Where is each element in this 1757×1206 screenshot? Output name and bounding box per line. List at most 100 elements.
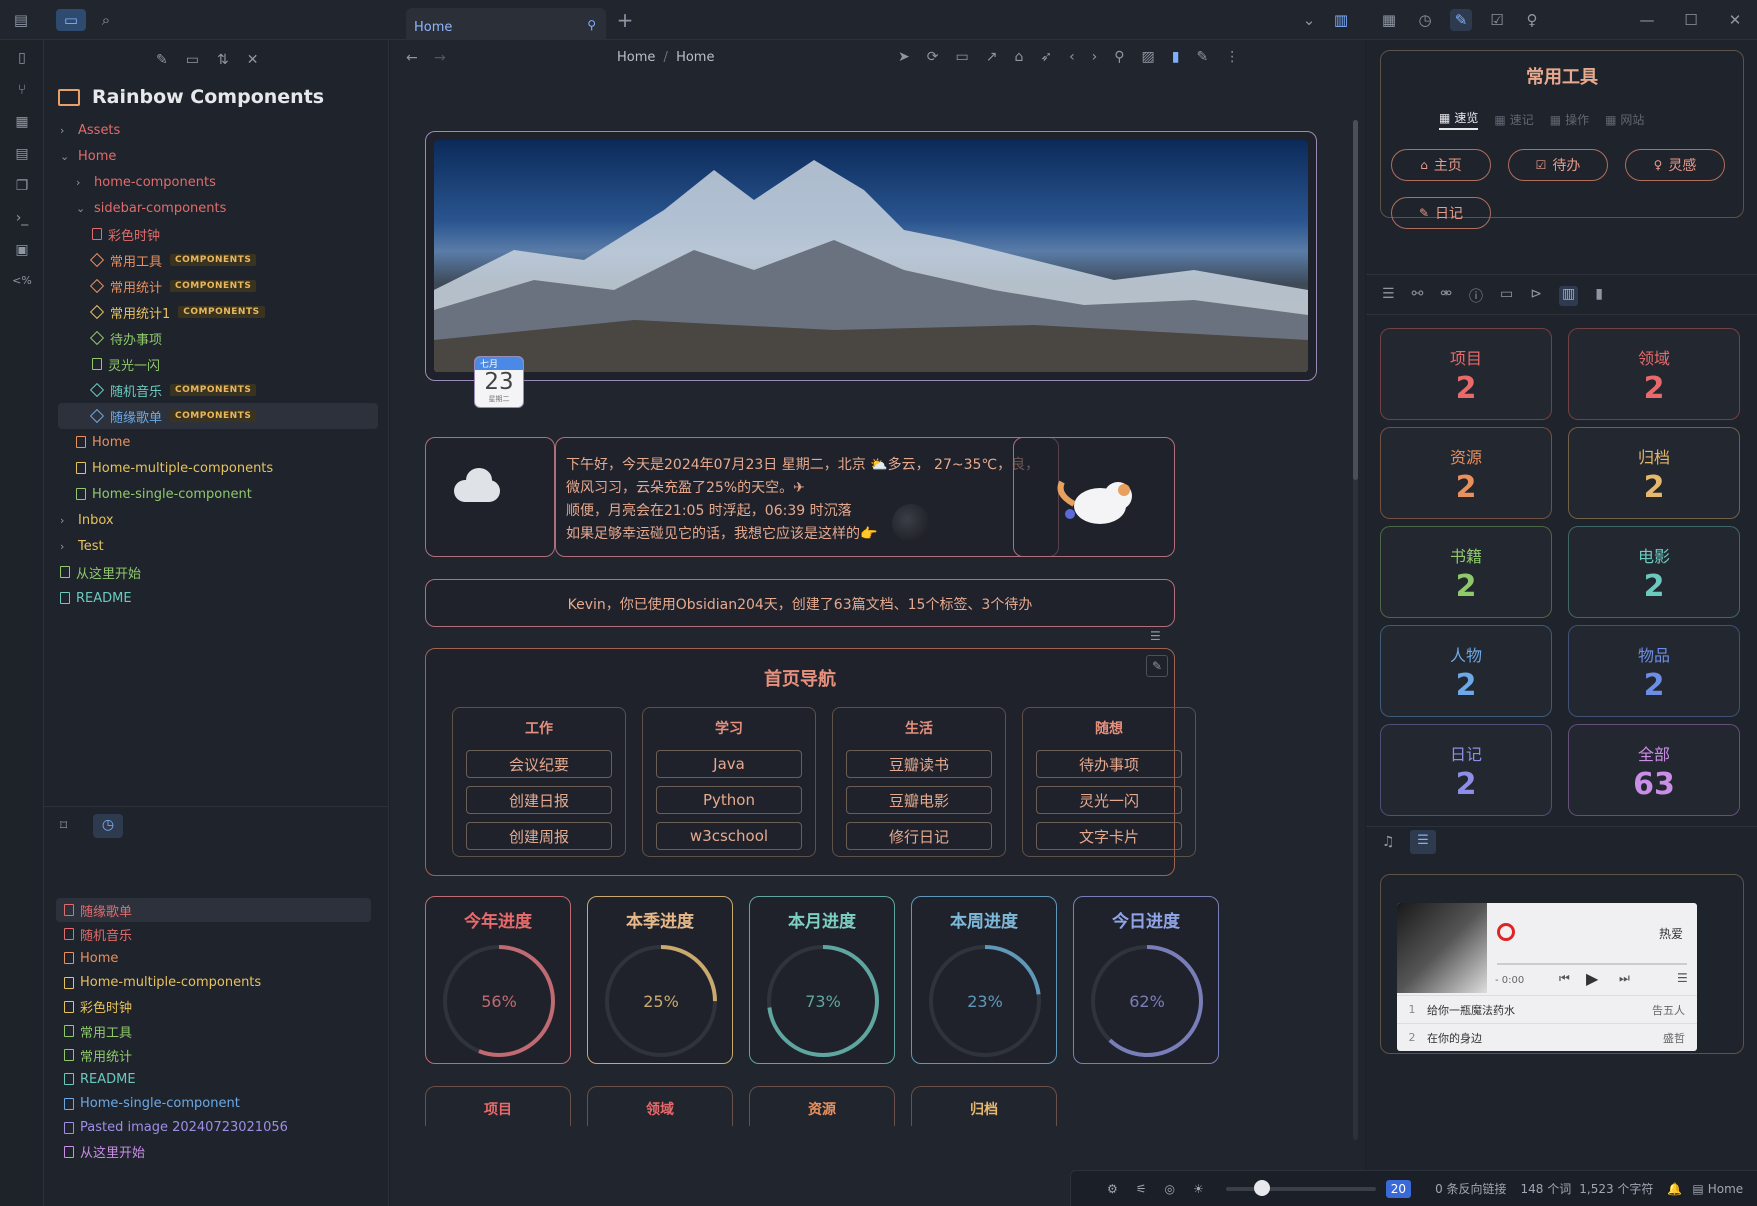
recent-file-item[interactable]: 随缘歌单 (56, 898, 371, 923)
tool-button[interactable]: ✎ 日记 (1391, 197, 1491, 229)
new-tab-icon[interactable]: + (614, 8, 636, 32)
nav-link-button[interactable]: 创建周报 (466, 822, 612, 850)
info-icon[interactable]: ⓘ (1469, 286, 1483, 306)
stat-card[interactable]: 归档 2 (1568, 427, 1740, 519)
recent-file-item[interactable]: 随机音乐 (56, 922, 371, 946)
next-icon[interactable]: ⏭ (1619, 971, 1630, 986)
pin-icon[interactable]: ⚲ (1114, 49, 1124, 65)
stat-card[interactable]: 日记 2 (1380, 724, 1552, 816)
checkbox-icon[interactable]: ☑ (1486, 9, 1508, 31)
tool-tab[interactable]: ▦ 速览 (1439, 109, 1479, 130)
tree-item[interactable]: Home (58, 429, 378, 455)
song-row[interactable]: 2 在你的身边 盛哲 (1397, 1023, 1697, 1051)
zoom-slider-thumb[interactable] (1253, 1179, 1270, 1196)
link-icon[interactable]: ⚯ (1412, 286, 1424, 306)
tool-tab[interactable]: ▦ 速记 (1494, 109, 1533, 130)
zoom-slider[interactable] (1225, 1179, 1376, 1196)
monitor-icon[interactable]: ▭ (955, 49, 968, 65)
right-sidebar-toggle-icon[interactable]: ▥ (1330, 9, 1352, 31)
arrow-up-right-icon[interactable]: ↗ (986, 49, 998, 65)
chevron-down-icon[interactable]: ⌄ (1298, 9, 1320, 31)
main-scrollbar[interactable] (1353, 120, 1358, 1140)
recent-file-item[interactable]: Home-single-component (56, 1092, 371, 1116)
tags-icon[interactable]: ⊳ (1530, 286, 1542, 306)
nav-link-button[interactable]: Java (656, 750, 802, 778)
recent-file-item[interactable]: 常用工具 (56, 1019, 371, 1043)
tree-item[interactable]: 随机音乐 COMPONENTS (58, 377, 378, 403)
tree-item[interactable]: › Test (58, 533, 378, 559)
send-icon[interactable]: ➤ (898, 49, 910, 65)
sun-icon[interactable]: ☀ (1193, 1182, 1204, 1196)
stat-card[interactable]: 领域 2 (1568, 328, 1740, 420)
template-icon[interactable]: ▣ (12, 242, 32, 262)
archive-icon[interactable]: ▭ (1500, 286, 1513, 306)
song-row[interactable]: 1 给你一瓶魔法药水 告五人 (1397, 995, 1697, 1023)
minimize-icon[interactable]: — (1636, 9, 1658, 31)
tool-button[interactable]: ☑ 待办 (1508, 149, 1608, 181)
folder-icon[interactable]: ▭ (56, 9, 86, 31)
tree-item[interactable]: 待办事项 (58, 325, 378, 351)
nav-link-button[interactable]: 待办事项 (1036, 750, 1182, 778)
nav-link-button[interactable]: 灵光一闪 (1036, 786, 1182, 814)
recent-clock-icon[interactable]: ◷ (93, 814, 123, 838)
nav-link-button[interactable]: w3cschool (656, 822, 802, 850)
wrench-icon[interactable]: ✎ (1450, 9, 1472, 31)
pin-icon[interactable]: ⚲ (587, 18, 596, 32)
music-icon[interactable]: ♫ (1382, 834, 1395, 850)
recent-file-item[interactable]: Home-multiple-components (56, 971, 371, 995)
nav-link-button[interactable]: 创建日报 (466, 786, 612, 814)
stat-card[interactable]: 资源 2 (1380, 427, 1552, 519)
blocks-icon[interactable]: ▦ (12, 114, 32, 134)
breadcrumb-current[interactable]: Home (676, 50, 714, 65)
gear-icon[interactable]: ⚙ (1107, 1182, 1118, 1196)
nav-link-button[interactable]: 会议纪要 (466, 750, 612, 778)
home-icon[interactable]: ⌂ (1014, 49, 1023, 65)
more-icon[interactable]: ⋮ (1225, 49, 1239, 65)
copy-icon[interactable]: ❐ (12, 178, 32, 198)
bell-icon[interactable]: 🔔 (1667, 1182, 1682, 1196)
progress-track[interactable] (1497, 963, 1687, 965)
tree-item[interactable]: 随缘歌单 COMPONENTS (58, 403, 378, 429)
tab-home[interactable]: Home ⚲ (406, 8, 606, 40)
recent-file-item[interactable]: 常用统计 (56, 1043, 371, 1067)
stat-card[interactable]: 电影 2 (1568, 526, 1740, 618)
vault-title-row[interactable]: Rainbow Components (58, 86, 324, 108)
tree-item[interactable]: 常用工具 COMPONENTS (58, 247, 378, 273)
list-icon[interactable]: ☰ (1382, 286, 1395, 306)
stat-card[interactable]: 项目 2 (1380, 328, 1552, 420)
edit-icon[interactable]: ✎ (1197, 49, 1209, 65)
tool-button[interactable]: ♀ 灵感 (1625, 149, 1725, 181)
settings-sliders-icon[interactable]: ☰ (1150, 629, 1161, 643)
sort-icon[interactable]: ⇅ (217, 52, 229, 68)
playlist-menu-icon[interactable]: ☰ (1677, 971, 1688, 985)
stat-card[interactable]: 人物 2 (1380, 625, 1552, 717)
nav-link-button[interactable]: 文字卡片 (1036, 822, 1182, 850)
layout-icon[interactable]: ▤ (1692, 1182, 1703, 1196)
scroll-thumb[interactable] (1353, 120, 1358, 480)
recent-file-item[interactable]: Pasted image 20240723021056 (56, 1116, 371, 1140)
forward-icon[interactable]: → (434, 50, 446, 66)
chevron-right-icon[interactable]: › (1092, 49, 1098, 65)
nav-link-button[interactable]: 修行日记 (846, 822, 992, 850)
tree-item[interactable]: 常用统计1 COMPONENTS (58, 299, 378, 325)
tree-item[interactable]: 从这里开始 (58, 559, 378, 585)
code-icon[interactable]: <% (12, 274, 32, 294)
calendar-icon[interactable]: ▦ (1378, 9, 1400, 31)
clock-icon[interactable]: ◷ (1414, 9, 1436, 31)
image-icon[interactable]: ▨ (1142, 49, 1155, 65)
search-icon[interactable]: ⌕ (95, 9, 117, 31)
tree-item[interactable]: ⌄ sidebar-components (58, 195, 378, 221)
calendar-icon[interactable]: ▤ (12, 146, 32, 166)
playlist-icon[interactable]: ☰ (1410, 830, 1436, 854)
bar-chart-icon[interactable]: ▥ (1559, 286, 1579, 306)
tool-button[interactable]: ⌂ 主页 (1391, 149, 1491, 181)
nav-link-button[interactable]: 豆瓣电影 (846, 786, 992, 814)
play-icon[interactable]: ▶ (1586, 969, 1598, 988)
file-icon[interactable]: ▯ (12, 50, 32, 70)
palette-icon[interactable]: ◎ (1165, 1182, 1175, 1196)
tool-tab[interactable]: ▦ 网站 (1605, 109, 1644, 130)
breadcrumb-home[interactable]: Home (617, 50, 655, 65)
tree-item[interactable]: 灵光一闪 (58, 351, 378, 377)
tree-item[interactable]: › Inbox (58, 507, 378, 533)
tree-item[interactable]: README (58, 585, 378, 611)
